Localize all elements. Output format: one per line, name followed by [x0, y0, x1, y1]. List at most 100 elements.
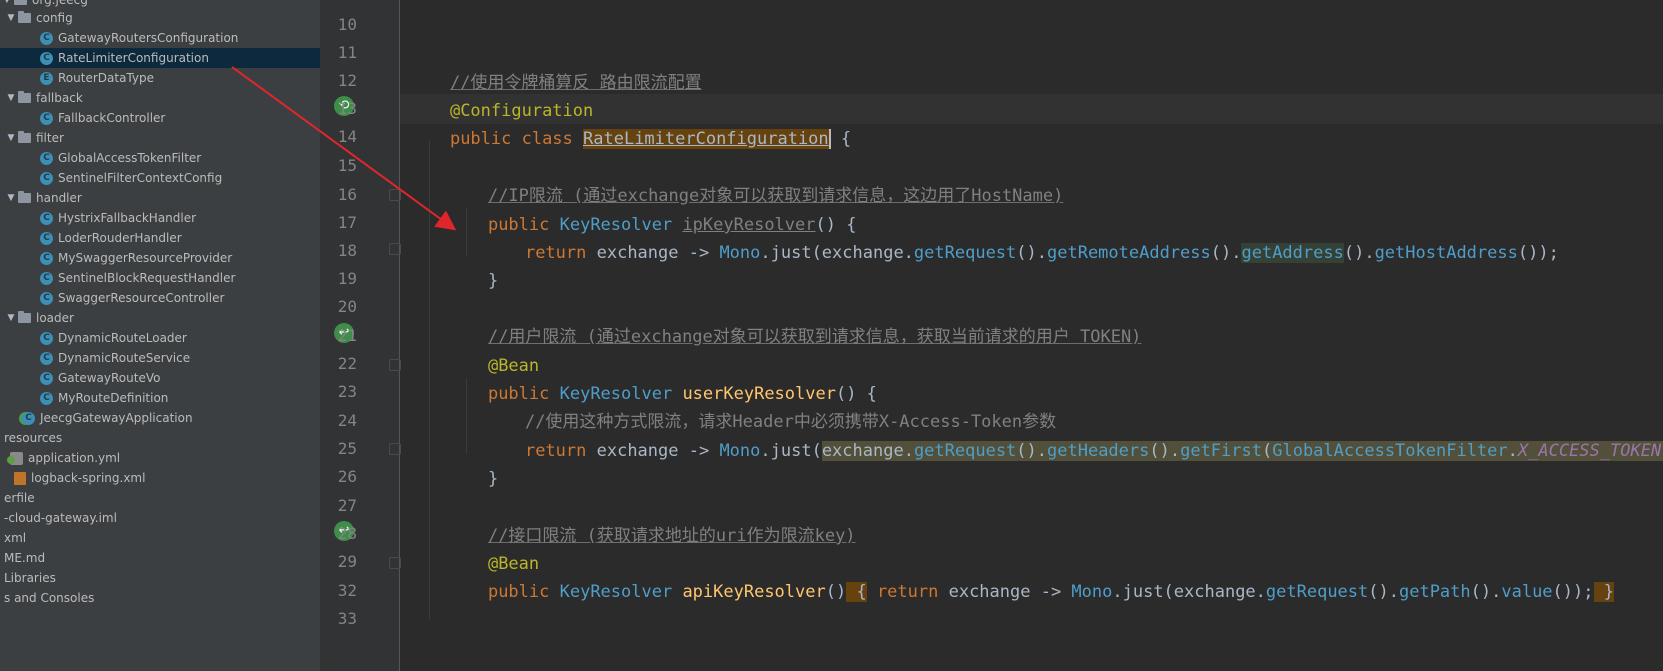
fold-marker[interactable]	[389, 557, 401, 569]
expand-arrow-icon[interactable]: ▼	[0, 0, 14, 5]
line-number: 19	[337, 269, 357, 288]
tree-item[interactable]: s and Consoles	[0, 588, 320, 608]
line-number: 13	[337, 99, 357, 118]
tree-item-label: GlobalAccessTokenFilter	[58, 151, 202, 165]
keyword: return	[866, 582, 949, 602]
code: ().	[1016, 243, 1047, 263]
code-line-23: //使用这种方式限流，请求Header中必须携带X-Access-Token参数	[484, 377, 1056, 432]
line-number: 11	[337, 43, 357, 62]
code: exchange ->	[596, 243, 720, 263]
line-number: 10	[337, 15, 357, 34]
folded-region-end[interactable]: }	[1593, 582, 1614, 602]
tree-item-label: org.jeecg	[32, 0, 88, 7]
line-number: 16	[337, 185, 357, 204]
tree-item[interactable]: C DynamicRouteLoader	[0, 328, 320, 348]
tree-item[interactable]: ▼ fallback	[0, 88, 320, 108]
expand-arrow-icon[interactable]: ▼	[4, 193, 18, 203]
line-number: 14	[337, 127, 357, 146]
method-name[interactable]: apiKeyResolver	[682, 582, 825, 602]
brace: }	[487, 271, 499, 291]
tree-item-label: GatewayRouteVo	[58, 371, 161, 385]
code-line-25: }	[447, 434, 498, 489]
project-tree: ▼ org.jeecg ▼ config C GatewayRoutersConfigur…	[0, 0, 320, 671]
code-line-15: //IP限流 (通过exchange对象可以获取到请求信息，这边用了HostNa…	[447, 151, 1063, 206]
tree-item[interactable]: C JeecgGatewayApplication	[0, 408, 320, 428]
tree-item[interactable]: ▼ handler	[0, 188, 320, 208]
tree-item-label: MyRouteDefinition	[58, 391, 169, 405]
keyword: return	[524, 243, 597, 263]
folded-region-start[interactable]: {	[846, 582, 867, 602]
type: Mono	[719, 441, 761, 461]
code-line-20: //用户限流 (通过exchange对象可以获取到请求信息，获取当前请求的用户 …	[447, 292, 1141, 347]
tree-item[interactable]: -cloud-gateway.iml	[0, 508, 320, 528]
folder-icon	[18, 131, 31, 143]
tree-item[interactable]: C MySwaggerResourceProvider	[0, 248, 320, 268]
code-line-21: @Bean	[447, 321, 539, 376]
fold-marker[interactable]	[389, 243, 401, 255]
tree-item-label: SentinelBlockRequestHandler	[58, 271, 236, 285]
tree-item[interactable]: C LoderRouderHandler	[0, 228, 320, 248]
tree-item-label: MySwaggerResourceProvider	[58, 251, 233, 265]
tree-item[interactable]: C SentinelFilterContextConfig	[0, 168, 320, 188]
keyword: public class	[449, 129, 584, 149]
folder-icon	[18, 11, 31, 23]
code-editor[interactable]: ⟲ ↩ ↩ //使用令牌桶算反 路由限流配置 @Configuration pu…	[321, 0, 1663, 671]
tree-item[interactable]: ME.md	[0, 548, 320, 568]
expand-arrow-icon[interactable]: ▼	[4, 13, 18, 23]
tree-item[interactable]: erfile	[0, 488, 320, 508]
tree-item[interactable]: C MyRouteDefinition	[0, 388, 320, 408]
tree-item[interactable]: resources	[0, 428, 320, 448]
line-number: 26	[337, 467, 357, 486]
code: (	[1261, 441, 1273, 461]
brace: }	[487, 469, 499, 489]
line-number: 23	[337, 382, 357, 401]
tree-item[interactable]: C HystrixFallbackHandler	[0, 208, 320, 228]
code-line-13: public class RateLimiterConfiguration {	[409, 94, 851, 149]
tree-item[interactable]: ▼ loader	[0, 308, 320, 328]
expand-arrow-icon[interactable]: ▼	[4, 313, 18, 323]
line-number: 22	[337, 354, 357, 373]
tree-item-label: config	[36, 11, 73, 25]
tree-item[interactable]: ▼ filter	[0, 128, 320, 148]
tree-item[interactable]: C GatewayRoutersConfiguration	[0, 28, 320, 48]
tree-item[interactable]: xml	[0, 528, 320, 548]
tree-item[interactable]: application.yml	[0, 448, 320, 468]
line-number: 32	[337, 581, 357, 600]
folder-icon	[18, 191, 31, 203]
tree-item[interactable]: C GlobalAccessTokenFilter	[0, 148, 320, 168]
code: ().	[1368, 582, 1399, 602]
tree-item-label: SentinelFilterContextConfig	[58, 171, 223, 185]
tree-item[interactable]: C DynamicRouteService	[0, 348, 320, 368]
tree-item[interactable]: C FallbackController	[0, 108, 320, 128]
fold-marker[interactable]	[389, 443, 401, 455]
type: Mono	[1071, 582, 1113, 602]
tree-item-label: xml	[4, 531, 27, 545]
line-number: 18	[337, 241, 357, 260]
tree-item[interactable]: E RouterDataType	[0, 68, 320, 88]
class-icon: C	[40, 251, 53, 265]
tree-item-label: ME.md	[4, 551, 46, 565]
tree-item[interactable]: C SwaggerResourceController	[0, 288, 320, 308]
tree-item[interactable]: logback-spring.xml	[0, 468, 320, 488]
expand-arrow-icon[interactable]: ▼	[4, 133, 18, 143]
comment: //接口限流 (获取请求地址的uri作为限流key)	[487, 526, 856, 546]
class-name[interactable]: RateLimiterConfiguration	[583, 129, 829, 149]
tree-item-label: HystrixFallbackHandler	[58, 211, 197, 225]
tree-item[interactable]: C SentinelBlockRequestHandler	[0, 268, 320, 288]
tree-item[interactable]: C RateLimiterConfiguration	[0, 48, 320, 68]
tree-item[interactable]: Libraries	[0, 568, 320, 588]
code: exchange.	[821, 441, 914, 461]
static-field: X_ACCESS_TOKEN	[1517, 441, 1662, 461]
code-line-17: return exchange -> Mono.just(exchange.ge…	[484, 208, 1559, 263]
tree-item[interactable]: ▼ config	[0, 8, 320, 28]
line-number: 33	[337, 609, 357, 628]
expand-arrow-icon[interactable]: ▼	[4, 93, 18, 103]
fold-marker[interactable]	[389, 189, 401, 201]
line-number: 12	[337, 71, 357, 90]
method-call: getRequest	[913, 243, 1017, 263]
tree-item[interactable]: C GatewayRouteVo	[0, 368, 320, 388]
code-line-33: }	[409, 640, 460, 670]
line-number: 25	[337, 439, 357, 458]
code: ().	[1343, 243, 1375, 263]
fold-marker[interactable]	[389, 359, 401, 371]
